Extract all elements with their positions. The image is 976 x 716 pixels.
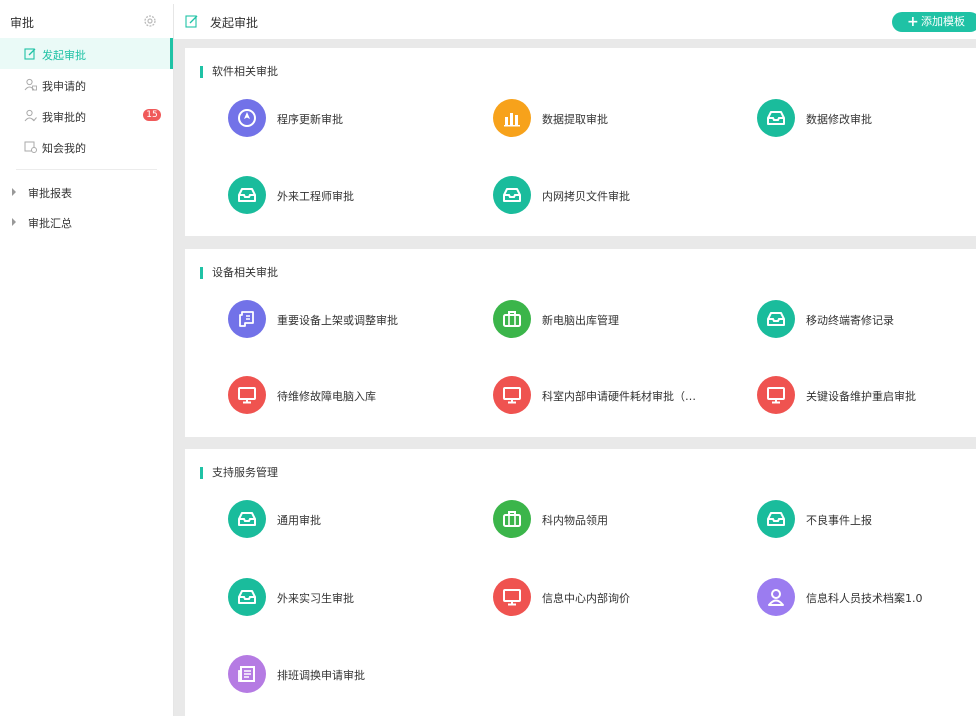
approval-item[interactable]: 通用审批	[228, 500, 468, 540]
inbox-icon	[228, 500, 266, 538]
approval-item[interactable]: 数据提取审批	[493, 99, 733, 139]
approval-item-label: 重要设备上架或调整审批	[277, 314, 398, 327]
approval-item-label: 科内物品领用	[542, 514, 608, 527]
sidebar-group-summary[interactable]: 审批汇总	[0, 207, 173, 237]
approval-item-label: 移动终端寄修记录	[806, 314, 894, 327]
inbox-icon	[757, 300, 795, 338]
approval-item-label: 数据修改审批	[806, 113, 872, 126]
person-icon	[757, 578, 795, 616]
section-title: 设备相关审批	[200, 267, 278, 279]
approval-item-label: 信息科人员技术档案1.0	[806, 592, 923, 605]
notify-icon	[24, 141, 37, 153]
sidebar-group-reports[interactable]: 审批报表	[0, 177, 173, 207]
approval-item[interactable]: 关键设备维护重启审批	[757, 376, 976, 416]
inbox-icon	[228, 176, 266, 214]
approval-item-label: 关键设备维护重启审批	[806, 390, 916, 403]
approval-item-label: 外来实习生审批	[277, 592, 354, 605]
briefcase-icon	[493, 500, 531, 538]
sidebar-header: 审批	[0, 4, 173, 38]
sidebar-divider	[16, 169, 157, 170]
newspaper-icon	[228, 655, 266, 693]
sidebar-item-start-approval[interactable]: 发起审批	[0, 38, 173, 69]
approval-item[interactable]: 移动终端寄修记录	[757, 300, 976, 340]
inbox-icon	[757, 99, 795, 137]
section-card-device: 设备相关审批 重要设备上架或调整审批 新电脑出库管理 移动终端寄修记录 待维修故…	[185, 249, 976, 437]
add-template-label: 添加模板	[921, 15, 965, 28]
bar-chart-icon	[493, 99, 531, 137]
approval-item[interactable]: 排班调换申请审批	[228, 655, 468, 695]
approval-item[interactable]: 内网拷贝文件审批	[493, 176, 733, 216]
monitor-icon	[757, 376, 795, 414]
sidebar-title: 审批	[10, 16, 35, 30]
compass-icon	[228, 99, 266, 137]
sidebar-item-my-requests[interactable]: 我申请的	[0, 69, 173, 100]
approval-item[interactable]: 外来工程师审批	[228, 176, 468, 216]
inbox-icon	[228, 578, 266, 616]
approval-item[interactable]: 待维修故障电脑入库	[228, 376, 468, 416]
briefcase-icon	[493, 300, 531, 338]
approval-item[interactable]: 不良事件上报	[757, 500, 976, 540]
approval-item-label: 通用审批	[277, 514, 321, 527]
page-title: 发起审批	[210, 16, 259, 30]
inbox-icon	[493, 176, 531, 214]
edit-icon	[24, 48, 36, 60]
sidebar-group-label: 审批报表	[28, 187, 72, 200]
approval-item-label: 外来工程师审批	[277, 190, 354, 203]
approval-item[interactable]: 数据修改审批	[757, 99, 976, 139]
approval-item[interactable]: 新电脑出库管理	[493, 300, 733, 340]
monitor-icon	[228, 376, 266, 414]
approval-item[interactable]: 重要设备上架或调整审批	[228, 300, 468, 340]
sidebar-item-my-approvals[interactable]: 我审批的 15	[0, 100, 173, 131]
caret-right-icon	[12, 188, 16, 196]
approval-item[interactable]: 外来实习生审批	[228, 578, 468, 618]
approval-item-label: 信息中心内部询价	[542, 592, 630, 605]
main-content: 软件相关审批 程序更新审批 数据提取审批 数据修改审批 外来工程师审批 内网拷贝…	[174, 39, 976, 716]
sidebar-item-label: 我审批的	[42, 111, 86, 124]
plus-icon: +	[907, 14, 919, 30]
sidebar-item-label: 我申请的	[42, 80, 86, 93]
approval-item-label: 内网拷贝文件审批	[542, 190, 630, 203]
monitor-icon	[493, 578, 531, 616]
approval-item-label: 不良事件上报	[806, 514, 872, 527]
user-check-icon	[24, 109, 37, 122]
approval-item-label: 新电脑出库管理	[542, 314, 619, 327]
sidebar-item-label: 知会我的	[42, 142, 86, 155]
approval-item[interactable]: 科内物品领用	[493, 500, 733, 540]
scroll-icon	[228, 300, 266, 338]
approval-item-label: 待维修故障电脑入库	[277, 390, 376, 403]
monitor-icon	[493, 376, 531, 414]
page-header: 发起审批 + 添加模板	[174, 4, 976, 39]
section-title: 支持服务管理	[200, 467, 278, 479]
gear-icon[interactable]	[143, 14, 157, 28]
section-card-support: 支持服务管理 通用审批 科内物品领用 不良事件上报 外来实习生审批 信息中心内部…	[185, 449, 976, 716]
approval-item-label: 排班调换申请审批	[277, 669, 365, 682]
add-template-button[interactable]: + 添加模板	[892, 12, 976, 32]
caret-right-icon	[12, 218, 16, 226]
count-badge: 15	[143, 109, 161, 121]
user-icon	[24, 78, 37, 91]
sidebar-item-label: 发起审批	[42, 49, 86, 62]
section-card-software: 软件相关审批 程序更新审批 数据提取审批 数据修改审批 外来工程师审批 内网拷贝…	[185, 48, 976, 236]
section-title: 软件相关审批	[200, 66, 278, 78]
edit-icon	[185, 15, 198, 28]
approval-item-label: 程序更新审批	[277, 113, 343, 126]
approval-item-label: 科室内部申请硬件耗材审批（…	[542, 390, 696, 403]
approval-item[interactable]: 科室内部申请硬件耗材审批（…	[493, 376, 733, 416]
approval-item-label: 数据提取审批	[542, 113, 608, 126]
sidebar-item-notified[interactable]: 知会我的	[0, 131, 173, 162]
approval-item[interactable]: 信息中心内部询价	[493, 578, 733, 618]
sidebar: 审批 发起审批 我申请的 我审批的 15 知会我的 审批报表 审批汇总	[0, 4, 174, 716]
inbox-icon	[757, 500, 795, 538]
approval-item[interactable]: 信息科人员技术档案1.0	[757, 578, 976, 618]
approval-item[interactable]: 程序更新审批	[228, 99, 468, 139]
sidebar-group-label: 审批汇总	[28, 217, 72, 230]
